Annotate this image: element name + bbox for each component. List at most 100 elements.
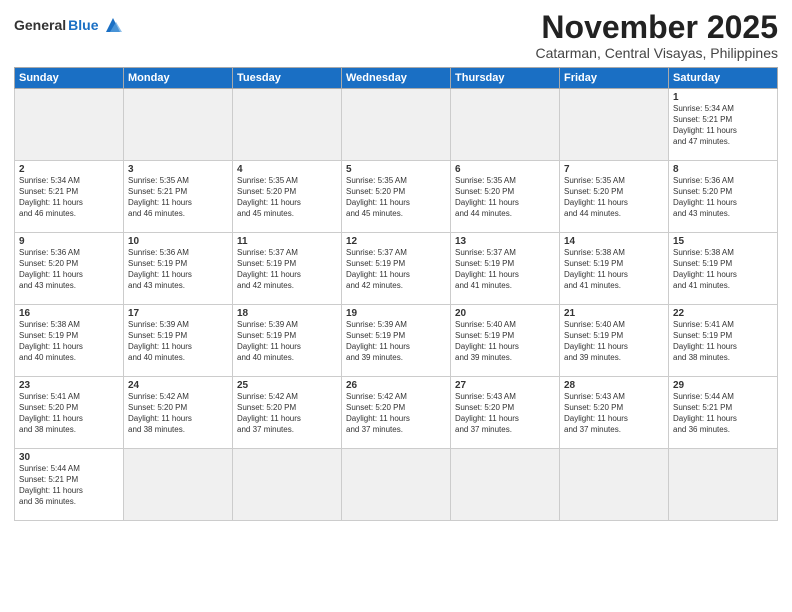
page: General Blue November 2025 Catarman, Cen… [0,0,792,612]
day-number: 10 [128,236,228,247]
table-cell: 14Sunrise: 5:38 AM Sunset: 5:19 PM Dayli… [560,233,669,305]
table-cell [124,449,233,521]
day-content: Sunrise: 5:39 AM Sunset: 5:19 PM Dayligh… [237,320,337,363]
day-number: 23 [19,380,119,391]
calendar-row: 9Sunrise: 5:36 AM Sunset: 5:20 PM Daylig… [15,233,778,305]
day-number: 22 [673,308,773,319]
table-cell: 2Sunrise: 5:34 AM Sunset: 5:21 PM Daylig… [15,161,124,233]
calendar-row: 23Sunrise: 5:41 AM Sunset: 5:20 PM Dayli… [15,377,778,449]
day-number: 26 [346,380,446,391]
table-cell [560,89,669,161]
day-content: Sunrise: 5:43 AM Sunset: 5:20 PM Dayligh… [455,392,555,435]
day-number: 8 [673,164,773,175]
day-content: Sunrise: 5:37 AM Sunset: 5:19 PM Dayligh… [346,248,446,291]
table-cell: 10Sunrise: 5:36 AM Sunset: 5:19 PM Dayli… [124,233,233,305]
day-number: 1 [673,92,773,103]
table-cell: 1Sunrise: 5:34 AM Sunset: 5:21 PM Daylig… [669,89,778,161]
day-number: 2 [19,164,119,175]
table-cell [15,89,124,161]
table-cell: 28Sunrise: 5:43 AM Sunset: 5:20 PM Dayli… [560,377,669,449]
table-cell: 27Sunrise: 5:43 AM Sunset: 5:20 PM Dayli… [451,377,560,449]
day-content: Sunrise: 5:42 AM Sunset: 5:20 PM Dayligh… [346,392,446,435]
header-monday: Monday [124,68,233,89]
table-cell: 15Sunrise: 5:38 AM Sunset: 5:19 PM Dayli… [669,233,778,305]
day-content: Sunrise: 5:35 AM Sunset: 5:20 PM Dayligh… [237,176,337,219]
day-number: 30 [19,452,119,463]
calendar-row: 1Sunrise: 5:34 AM Sunset: 5:21 PM Daylig… [15,89,778,161]
day-number: 25 [237,380,337,391]
table-cell: 29Sunrise: 5:44 AM Sunset: 5:21 PM Dayli… [669,377,778,449]
day-number: 29 [673,380,773,391]
day-content: Sunrise: 5:41 AM Sunset: 5:20 PM Dayligh… [19,392,119,435]
day-content: Sunrise: 5:40 AM Sunset: 5:19 PM Dayligh… [564,320,664,363]
table-cell: 7Sunrise: 5:35 AM Sunset: 5:20 PM Daylig… [560,161,669,233]
header-thursday: Thursday [451,68,560,89]
title-area: November 2025 Catarman, Central Visayas,… [535,10,778,61]
day-content: Sunrise: 5:36 AM Sunset: 5:20 PM Dayligh… [19,248,119,291]
day-number: 3 [128,164,228,175]
table-cell: 18Sunrise: 5:39 AM Sunset: 5:19 PM Dayli… [233,305,342,377]
header-friday: Friday [560,68,669,89]
day-number: 13 [455,236,555,247]
header-saturday: Saturday [669,68,778,89]
logo-general-text: General [14,17,66,33]
day-content: Sunrise: 5:38 AM Sunset: 5:19 PM Dayligh… [564,248,664,291]
day-content: Sunrise: 5:42 AM Sunset: 5:20 PM Dayligh… [128,392,228,435]
table-cell [560,449,669,521]
table-cell [669,449,778,521]
day-content: Sunrise: 5:35 AM Sunset: 5:20 PM Dayligh… [346,176,446,219]
day-number: 28 [564,380,664,391]
day-content: Sunrise: 5:35 AM Sunset: 5:20 PM Dayligh… [455,176,555,219]
day-number: 14 [564,236,664,247]
table-cell: 3Sunrise: 5:35 AM Sunset: 5:21 PM Daylig… [124,161,233,233]
table-cell [233,89,342,161]
header-sunday: Sunday [15,68,124,89]
day-content: Sunrise: 5:34 AM Sunset: 5:21 PM Dayligh… [673,104,773,147]
logo: General Blue [14,10,124,36]
day-number: 19 [346,308,446,319]
day-content: Sunrise: 5:42 AM Sunset: 5:20 PM Dayligh… [237,392,337,435]
table-cell: 26Sunrise: 5:42 AM Sunset: 5:20 PM Dayli… [342,377,451,449]
table-cell: 17Sunrise: 5:39 AM Sunset: 5:19 PM Dayli… [124,305,233,377]
table-cell: 11Sunrise: 5:37 AM Sunset: 5:19 PM Dayli… [233,233,342,305]
day-content: Sunrise: 5:44 AM Sunset: 5:21 PM Dayligh… [673,392,773,435]
day-content: Sunrise: 5:38 AM Sunset: 5:19 PM Dayligh… [673,248,773,291]
table-cell [342,449,451,521]
table-cell: 25Sunrise: 5:42 AM Sunset: 5:20 PM Dayli… [233,377,342,449]
table-cell: 16Sunrise: 5:38 AM Sunset: 5:19 PM Dayli… [15,305,124,377]
location-title: Catarman, Central Visayas, Philippines [535,45,778,61]
day-content: Sunrise: 5:35 AM Sunset: 5:20 PM Dayligh… [564,176,664,219]
day-content: Sunrise: 5:36 AM Sunset: 5:19 PM Dayligh… [128,248,228,291]
day-content: Sunrise: 5:37 AM Sunset: 5:19 PM Dayligh… [455,248,555,291]
logo-icon [102,14,124,36]
calendar-row: 2Sunrise: 5:34 AM Sunset: 5:21 PM Daylig… [15,161,778,233]
day-number: 21 [564,308,664,319]
day-number: 4 [237,164,337,175]
table-cell: 19Sunrise: 5:39 AM Sunset: 5:19 PM Dayli… [342,305,451,377]
day-content: Sunrise: 5:40 AM Sunset: 5:19 PM Dayligh… [455,320,555,363]
day-content: Sunrise: 5:34 AM Sunset: 5:21 PM Dayligh… [19,176,119,219]
day-content: Sunrise: 5:43 AM Sunset: 5:20 PM Dayligh… [564,392,664,435]
table-cell: 20Sunrise: 5:40 AM Sunset: 5:19 PM Dayli… [451,305,560,377]
day-content: Sunrise: 5:36 AM Sunset: 5:20 PM Dayligh… [673,176,773,219]
table-cell: 21Sunrise: 5:40 AM Sunset: 5:19 PM Dayli… [560,305,669,377]
table-cell: 30Sunrise: 5:44 AM Sunset: 5:21 PM Dayli… [15,449,124,521]
day-number: 5 [346,164,446,175]
day-number: 11 [237,236,337,247]
table-cell: 22Sunrise: 5:41 AM Sunset: 5:19 PM Dayli… [669,305,778,377]
table-cell: 12Sunrise: 5:37 AM Sunset: 5:19 PM Dayli… [342,233,451,305]
calendar-row: 16Sunrise: 5:38 AM Sunset: 5:19 PM Dayli… [15,305,778,377]
table-cell: 6Sunrise: 5:35 AM Sunset: 5:20 PM Daylig… [451,161,560,233]
day-number: 6 [455,164,555,175]
calendar-table: Sunday Monday Tuesday Wednesday Thursday… [14,67,778,521]
day-number: 20 [455,308,555,319]
table-cell [233,449,342,521]
table-cell: 9Sunrise: 5:36 AM Sunset: 5:20 PM Daylig… [15,233,124,305]
calendar-header-row: Sunday Monday Tuesday Wednesday Thursday… [15,68,778,89]
table-cell [342,89,451,161]
day-number: 27 [455,380,555,391]
day-number: 16 [19,308,119,319]
day-content: Sunrise: 5:44 AM Sunset: 5:21 PM Dayligh… [19,464,119,507]
day-content: Sunrise: 5:35 AM Sunset: 5:21 PM Dayligh… [128,176,228,219]
day-content: Sunrise: 5:37 AM Sunset: 5:19 PM Dayligh… [237,248,337,291]
